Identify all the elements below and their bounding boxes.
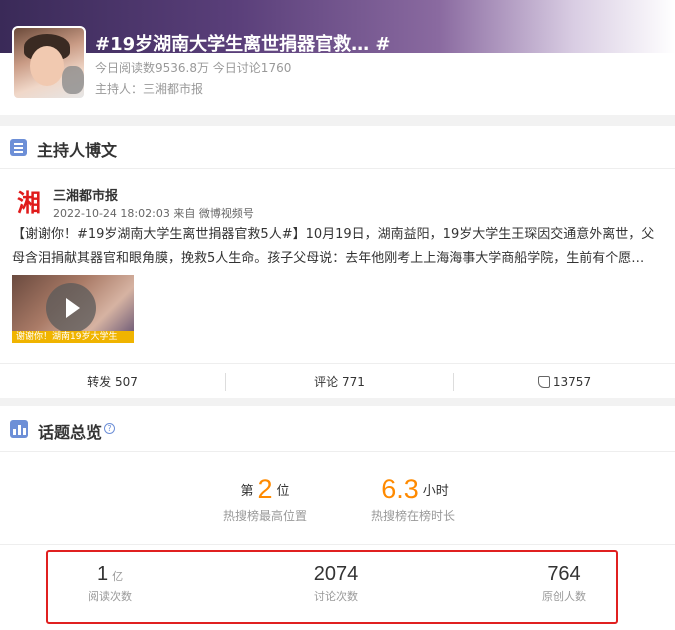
document-icon bbox=[10, 139, 27, 156]
duration-label: 热搜榜在榜时长 bbox=[370, 509, 455, 523]
topic-host[interactable]: 主持人：三湘都市报 bbox=[95, 80, 203, 97]
discussion-count-stat: 2074 讨论次数 bbox=[296, 563, 376, 604]
avatar-face bbox=[30, 46, 64, 86]
help-icon[interactable]: ? bbox=[104, 423, 115, 434]
read-count-value: 1 bbox=[96, 563, 109, 585]
rank-value: 2 bbox=[257, 474, 273, 504]
original-authors-stat: 764 原创人数 bbox=[524, 563, 604, 604]
rank-suffix: 位 bbox=[276, 484, 290, 499]
like-count: 13757 bbox=[552, 374, 592, 389]
comment-button[interactable]: 评论 771 bbox=[226, 364, 453, 399]
topic-header: #19岁湖南大学生离世捐器官救… # 今日阅读数9536.8万 今日讨论1760… bbox=[0, 0, 675, 115]
duration-value: 6.3 bbox=[381, 474, 419, 504]
video-thumbnail[interactable]: 谢谢你！湖南19岁大学生 bbox=[12, 275, 134, 343]
discussion-count-value: 2074 bbox=[313, 563, 359, 585]
original-authors-label: 原创人数 bbox=[542, 590, 586, 603]
post-time: 2022-10-24 18:02:03 来自 微博视频号 bbox=[53, 207, 254, 220]
repost-label: 转发 507 bbox=[87, 375, 138, 389]
overview-header: 话题总览 ? bbox=[0, 406, 675, 452]
thumbs-up-icon bbox=[537, 375, 550, 388]
video-caption: 谢谢你！湖南19岁大学生 bbox=[12, 331, 134, 343]
post-actions: 转发 507 评论 771 13757 bbox=[0, 363, 675, 398]
repost-button[interactable]: 转发 507 bbox=[0, 364, 225, 399]
host-post-section-title: 主持人博文 bbox=[37, 141, 118, 160]
avatar-blur bbox=[62, 66, 84, 94]
comment-label: 评论 771 bbox=[314, 375, 365, 389]
play-icon[interactable] bbox=[46, 283, 96, 333]
hot-duration-block: 6.3 小时 热搜榜在榜时长 bbox=[360, 474, 466, 524]
rank-label: 热搜榜最高位置 bbox=[222, 509, 307, 523]
hot-rank-block: 第2位 热搜榜最高位置 bbox=[220, 474, 310, 524]
post-author[interactable]: 三湘都市报 bbox=[53, 185, 118, 204]
duration-unit: 小时 bbox=[422, 484, 449, 499]
bar-chart-icon bbox=[10, 420, 28, 438]
topic-overview-card: 话题总览 ? 第2位 热搜榜最高位置 6.3 小时 热搜榜在榜时长 1亿 阅读次数… bbox=[0, 406, 675, 630]
read-count-label: 阅读次数 bbox=[88, 590, 132, 603]
original-authors-value: 764 bbox=[547, 563, 581, 585]
host-post-card: 主持人博文 湘 三湘都市报 2022-10-24 18:02:03 来自 微博视… bbox=[0, 126, 675, 398]
topic-stats: 今日阅读数9536.8万 今日讨论1760 bbox=[95, 61, 292, 75]
hot-rank-value-line: 第2位 bbox=[220, 474, 310, 505]
read-count-stat: 1亿 阅读次数 bbox=[70, 563, 150, 604]
author-logo[interactable]: 湘 bbox=[14, 185, 44, 217]
overview-section-title: 话题总览 bbox=[38, 423, 103, 442]
read-count-unit: 亿 bbox=[112, 571, 124, 583]
discussion-count-label: 讨论次数 bbox=[314, 590, 358, 603]
topic-avatar[interactable] bbox=[12, 26, 86, 100]
like-button[interactable]: 13757 bbox=[454, 364, 675, 399]
rank-prefix: 第 bbox=[240, 484, 254, 499]
duration-value-line: 6.3 小时 bbox=[360, 474, 466, 505]
post-text[interactable]: 【谢谢你！#19岁湖南大学生离世捐器官救5人#】10月19日，湖南益阳，19岁大… bbox=[12, 223, 662, 271]
topic-title[interactable]: #19岁湖南大学生离世捐器官救… # bbox=[95, 30, 390, 56]
host-post-header: 主持人博文 bbox=[0, 126, 675, 169]
